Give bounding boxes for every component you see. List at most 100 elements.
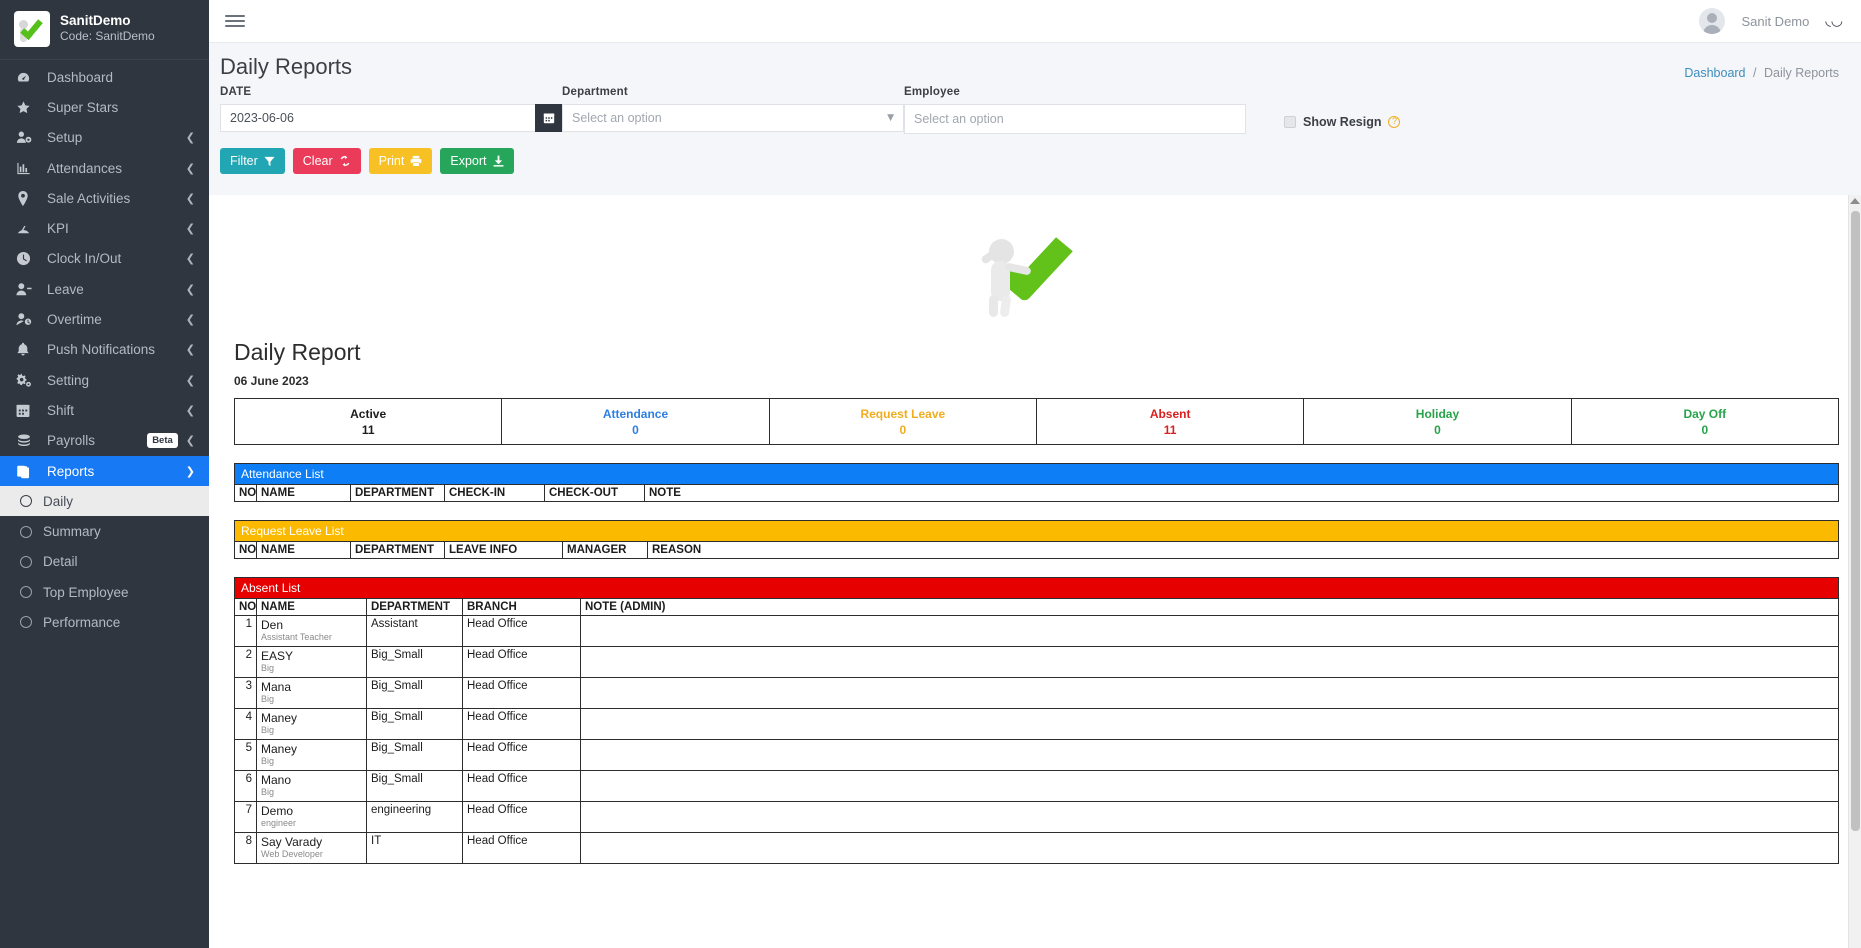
export-button[interactable]: Export <box>440 148 514 174</box>
calendar-icon[interactable] <box>535 104 562 132</box>
sidebar-item-sale-activities[interactable]: Sale Activities ❮ <box>0 183 209 213</box>
user-minus-icon <box>16 282 38 297</box>
cell-department: Assistant <box>366 615 463 648</box>
bar-chart-icon <box>16 161 38 176</box>
printer-icon <box>411 155 422 167</box>
stat-value: 0 <box>899 423 907 438</box>
sidebar-item-leave[interactable]: Leave ❮ <box>0 274 209 304</box>
sidebar-sub-label: Top Employee <box>43 584 129 600</box>
scrollbar-thumb[interactable] <box>1851 211 1860 831</box>
request-leave-list-caption: Request Leave List <box>234 520 1839 542</box>
sidebar-item-performance[interactable]: Performance <box>0 607 209 637</box>
scroll-up-arrow-icon[interactable] <box>1850 198 1860 204</box>
app-root: SanitDemo Code: SanitDemo Dashboard Supe… <box>0 0 1861 948</box>
sidebar-item-kpi[interactable]: KPI ❮ <box>0 213 209 243</box>
sidebar-item-shift[interactable]: Shift ❮ <box>0 395 209 425</box>
filter-button[interactable]: Filter <box>220 148 285 174</box>
date-filter-group: DATE <box>220 86 562 134</box>
sidebar-item-push-notifications[interactable]: Push Notifications ❮ <box>0 335 209 365</box>
table-row: 8 Say Varady Web Developer IT Head Office <box>234 832 1839 865</box>
report-heading: Daily Report <box>234 339 361 365</box>
stat-value: 0 <box>1701 423 1709 438</box>
download-icon <box>493 155 503 167</box>
table-row: 2 EASY Big Big_Small Head Office <box>234 646 1839 679</box>
chevron-left-icon: ❮ <box>185 191 195 205</box>
brand[interactable]: SanitDemo Code: SanitDemo <box>0 0 209 60</box>
sidebar-label: Push Notifications <box>47 342 156 358</box>
show-resign-checkbox[interactable] <box>1284 116 1296 128</box>
column-header: CHECK-IN <box>444 484 545 503</box>
column-header: NOTE (ADMIN) <box>580 598 1839 617</box>
cell-branch: Head Office <box>462 801 581 834</box>
user-clock-icon <box>16 312 38 327</box>
radio-icon <box>20 586 32 599</box>
cell-department: engineering <box>366 801 463 834</box>
help-icon[interactable]: ? <box>1388 116 1401 128</box>
stat-label: Request Leave <box>860 407 946 421</box>
cell-name: Demo engineer <box>256 801 367 834</box>
breadcrumb-separator: / <box>1753 66 1757 80</box>
sidebar-item-top-employee[interactable]: Top Employee <box>0 577 209 607</box>
employee-select[interactable]: Select an option <box>904 104 1246 134</box>
chevron-left-icon: ❮ <box>185 222 195 236</box>
sidebar-label: KPI <box>47 221 69 237</box>
refresh-icon <box>340 155 350 167</box>
radio-icon <box>20 525 32 538</box>
cell-department: IT <box>366 832 463 865</box>
print-button[interactable]: Print <box>368 148 433 174</box>
breadcrumb-dashboard-link[interactable]: Dashboard <box>1684 66 1745 80</box>
column-header: NOTE <box>644 484 1839 503</box>
vertical-scrollbar[interactable] <box>1848 195 1861 948</box>
avatar[interactable] <box>1699 8 1726 34</box>
page-title: Daily Reports <box>220 54 353 79</box>
request-leave-list-header-row: NO NAME DEPARTMENT LEAVE INFO MANAGER REASON <box>234 541 1839 560</box>
cell-note <box>580 646 1839 679</box>
clear-button[interactable]: Clear <box>292 148 361 174</box>
sidebar-item-setup[interactable]: Setup ❮ <box>0 123 209 153</box>
bell-icon <box>16 342 38 357</box>
department-select[interactable]: Select an option ▼ <box>562 104 904 132</box>
cell-name: Mana Big <box>256 677 367 710</box>
cell-name: Mano Big <box>256 770 367 803</box>
table-row: 6 Mano Big Big_Small Head Office <box>234 770 1839 803</box>
column-header: NO <box>234 484 257 503</box>
map-pin-icon <box>16 190 38 206</box>
cell-note <box>580 801 1839 834</box>
kpi-icon <box>16 221 38 236</box>
menu-toggle-icon[interactable] <box>225 15 245 27</box>
cell-department: Big_Small <box>366 677 463 710</box>
stat-active: Active 11 <box>235 399 503 445</box>
cell-branch: Head Office <box>462 739 581 772</box>
sidebar-item-attendances[interactable]: Attendances ❮ <box>0 153 209 183</box>
chevron-left-icon: ❮ <box>185 403 195 417</box>
chevron-left-icon: ❮ <box>185 161 195 175</box>
attendance-list-caption: Attendance List <box>234 463 1839 485</box>
sidebar-item-overtime[interactable]: Overtime ❮ <box>0 304 209 334</box>
table-row: 7 Demo engineer engineering Head Office <box>234 801 1839 834</box>
sidebar-sub-label: Performance <box>43 614 121 630</box>
sidebar-label: Setup <box>47 130 83 146</box>
stat-value: 11 <box>361 423 375 438</box>
dashboard-icon <box>16 70 38 85</box>
sidebar-item-clock-in-out[interactable]: Clock In/Out ❮ <box>0 244 209 274</box>
date-input[interactable] <box>220 104 535 132</box>
star-icon <box>16 100 38 115</box>
user-gear-icon <box>16 130 38 145</box>
main-content: Sanit Demo ◟◡ Daily Reports Dashboard / … <box>209 0 1861 948</box>
sidebar-item-reports[interactable]: Reports ❯ <box>0 455 209 487</box>
sidebar-item-dashboard[interactable]: Dashboard <box>0 62 209 92</box>
fullscreen-icon[interactable]: ◟◡ <box>1825 13 1843 29</box>
absent-list-header-row: NO NAME DEPARTMENT BRANCH NOTE (ADMIN) <box>234 598 1839 617</box>
payrolls-beta-badge: Beta <box>147 433 178 449</box>
sidebar-item-detail[interactable]: Detail <box>0 547 209 577</box>
chevron-left-icon: ❮ <box>185 343 195 357</box>
sidebar-label: Super Stars <box>47 99 119 115</box>
sidebar-item-summary[interactable]: Summary <box>0 516 209 546</box>
sidebar-sub-label: Summary <box>43 524 101 540</box>
sidebar-item-super-stars[interactable]: Super Stars <box>0 92 209 122</box>
sidebar-item-payrolls[interactable]: Payrolls Beta ❮ <box>0 426 209 456</box>
sidebar-item-setting[interactable]: Setting ❮ <box>0 365 209 395</box>
department-filter-group: Department Select an option ▼ <box>562 86 904 134</box>
sidebar-item-daily[interactable]: Daily <box>0 486 209 517</box>
chevron-left-icon: ❮ <box>185 252 195 266</box>
